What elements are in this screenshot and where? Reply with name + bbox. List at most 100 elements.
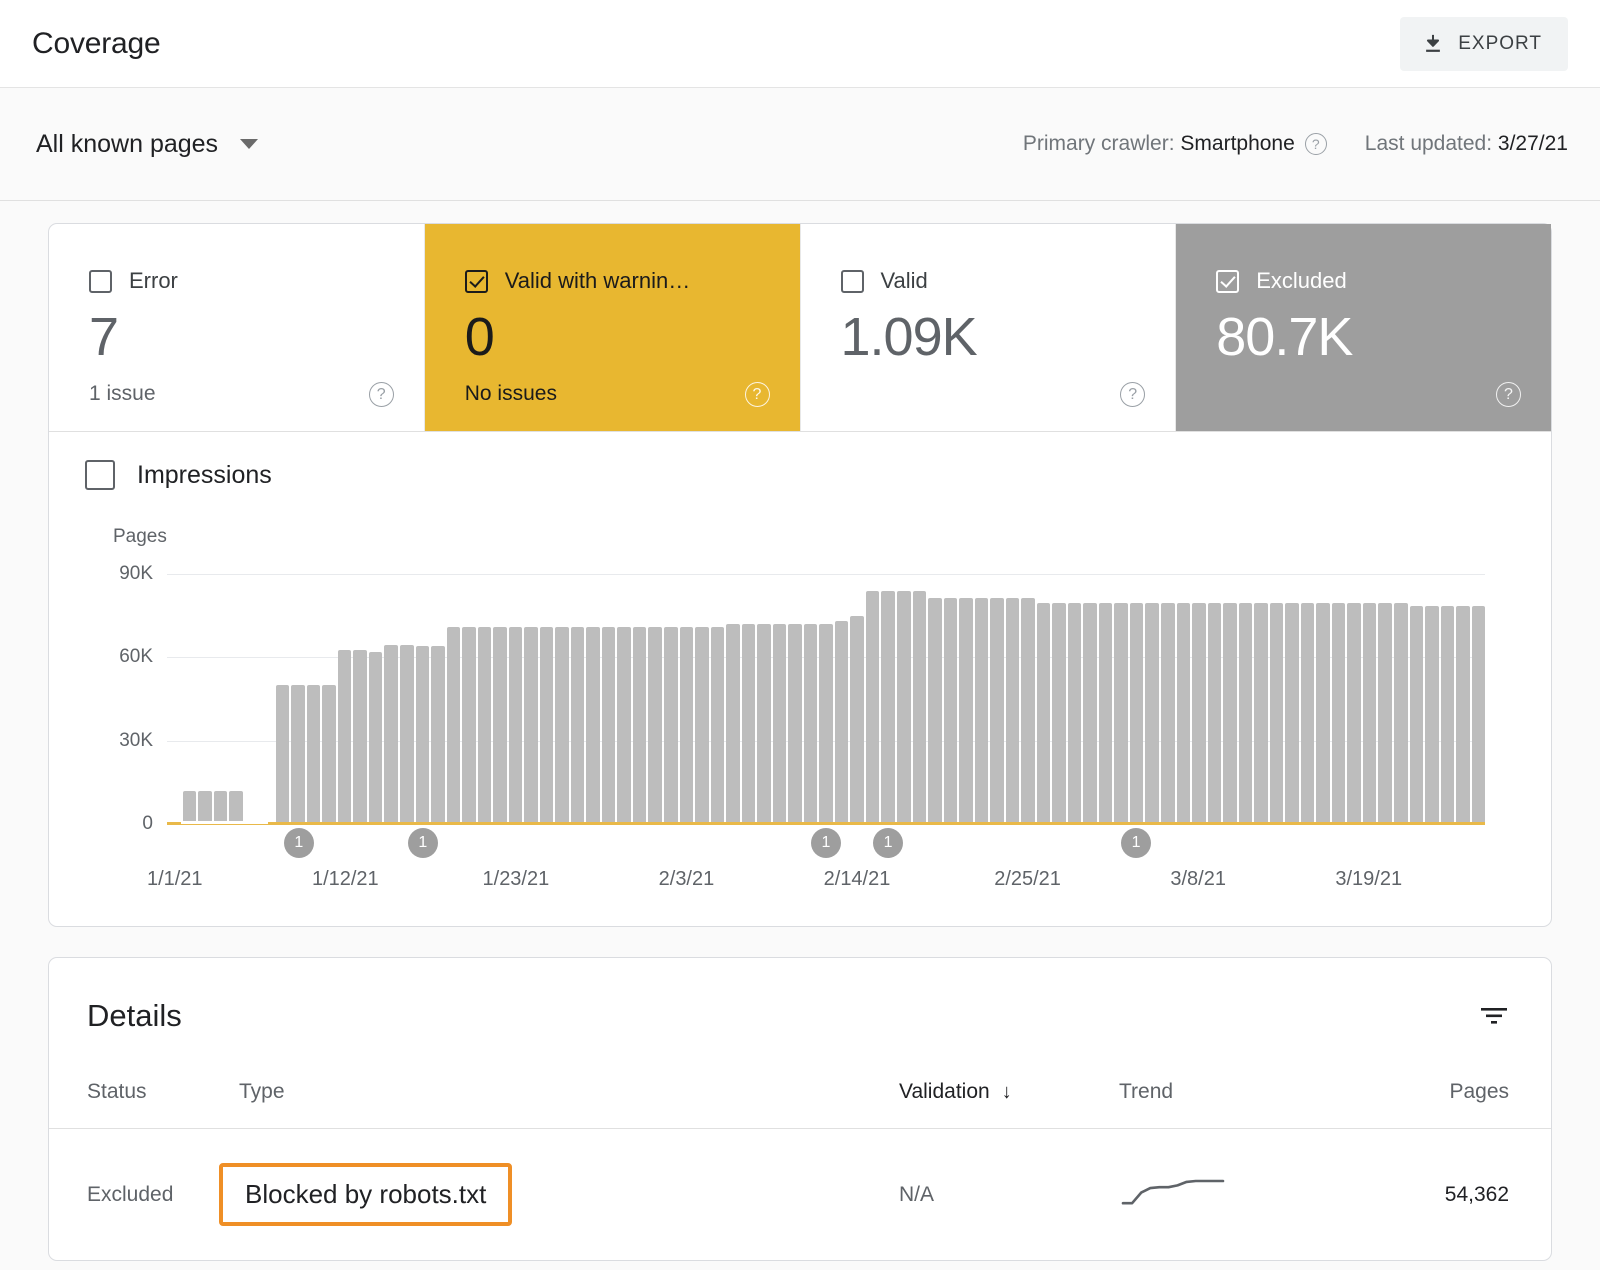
column-header-trend[interactable]: Trend xyxy=(1119,1080,1369,1129)
chart-annotation-marker[interactable]: 1 xyxy=(873,828,903,858)
chart-bar[interactable] xyxy=(928,598,942,824)
chart-bar[interactable] xyxy=(742,624,756,824)
chart-bar[interactable] xyxy=(1363,603,1377,824)
chart-bar[interactable] xyxy=(229,791,243,824)
chart-bar[interactable] xyxy=(1441,606,1455,824)
chart-bar[interactable] xyxy=(1378,603,1392,824)
summary-tile-excluded[interactable]: Excluded 80.7K ? xyxy=(1176,224,1551,431)
chart-bar[interactable] xyxy=(338,650,352,824)
chart-bar[interactable] xyxy=(1037,603,1051,824)
chart-annotation-marker[interactable]: 1 xyxy=(284,828,314,858)
chart-annotation-marker[interactable]: 1 xyxy=(811,828,841,858)
chart-bar[interactable] xyxy=(850,616,864,824)
filter-icon[interactable] xyxy=(1479,1005,1509,1027)
chart-bar[interactable] xyxy=(804,624,818,824)
checkbox-error[interactable] xyxy=(89,270,112,293)
known-pages-dropdown[interactable]: All known pages xyxy=(32,124,262,165)
help-icon[interactable]: ? xyxy=(369,382,394,407)
chart-bar[interactable] xyxy=(493,627,507,824)
chart-bar[interactable] xyxy=(1114,603,1128,824)
chart-bar[interactable] xyxy=(1472,606,1486,824)
chart-bar[interactable] xyxy=(555,627,569,824)
chart-bar[interactable] xyxy=(1006,598,1020,824)
chart-bar[interactable] xyxy=(1145,603,1159,824)
column-header-pages[interactable]: Pages xyxy=(1369,1080,1551,1129)
help-icon[interactable]: ? xyxy=(1305,133,1327,155)
chart-annotation-marker[interactable]: 1 xyxy=(1121,828,1151,858)
chart-bar[interactable] xyxy=(680,627,694,824)
help-icon[interactable]: ? xyxy=(1496,382,1521,407)
chart-bar[interactable] xyxy=(664,627,678,824)
column-header-validation[interactable]: Validation↓ xyxy=(899,1080,1119,1129)
chart-bar[interactable] xyxy=(1068,603,1082,824)
chart-bar[interactable] xyxy=(1239,603,1253,824)
chart-bar[interactable] xyxy=(617,627,631,824)
chart-bar[interactable] xyxy=(1254,603,1268,824)
chart-bar[interactable] xyxy=(1021,598,1035,824)
column-header-type[interactable]: Type xyxy=(239,1080,899,1129)
chart-bar[interactable] xyxy=(897,591,911,824)
chart-bar[interactable] xyxy=(819,624,833,824)
help-icon[interactable]: ? xyxy=(745,382,770,407)
chart-bar[interactable] xyxy=(633,627,647,824)
chart-bar[interactable] xyxy=(990,598,1004,824)
chart-bar[interactable] xyxy=(959,598,973,824)
chart-bar[interactable] xyxy=(540,627,554,824)
chart-bar[interactable] xyxy=(1316,603,1330,824)
chart-bar[interactable] xyxy=(586,627,600,824)
chart-bar[interactable] xyxy=(757,624,771,824)
chart-bar[interactable] xyxy=(291,685,305,824)
chart-bar[interactable] xyxy=(881,591,895,824)
summary-tile-valid-with-warnings[interactable]: Valid with warnin… 0 No issues ? xyxy=(425,224,801,431)
chart-annotation-marker[interactable]: 1 xyxy=(408,828,438,858)
checkbox-excluded[interactable] xyxy=(1216,270,1239,293)
chart-bar[interactable] xyxy=(478,627,492,824)
cell-type[interactable]: Blocked by robots.txt xyxy=(239,1129,899,1261)
chart-bar[interactable] xyxy=(1347,603,1361,824)
chart-bar[interactable] xyxy=(384,645,398,824)
chart-bar[interactable] xyxy=(695,627,709,824)
chart-bar[interactable] xyxy=(711,627,725,824)
chart-bar[interactable] xyxy=(1456,606,1470,824)
chart-bar[interactable] xyxy=(726,624,740,824)
column-header-status[interactable]: Status xyxy=(49,1080,239,1129)
chart-bar[interactable] xyxy=(1332,603,1346,824)
chart-bar[interactable] xyxy=(1052,603,1066,824)
chart-bar[interactable] xyxy=(602,627,616,824)
chart-bar[interactable] xyxy=(462,627,476,824)
chart-bar[interactable] xyxy=(1083,603,1097,824)
chart-bar[interactable] xyxy=(773,624,787,824)
chart-bar[interactable] xyxy=(353,650,367,824)
chart-bar[interactable] xyxy=(913,591,927,824)
chart-bar[interactable] xyxy=(1285,603,1299,824)
chart-bar[interactable] xyxy=(1410,606,1424,824)
chart-bar[interactable] xyxy=(835,621,849,824)
chart-bar[interactable] xyxy=(1208,603,1222,824)
chart-bar[interactable] xyxy=(369,652,383,824)
chart-bar[interactable] xyxy=(1099,603,1113,824)
checkbox-valid[interactable] xyxy=(841,270,864,293)
summary-tile-error[interactable]: Error 7 1 issue ? xyxy=(49,224,425,431)
checkbox-valid-with-warnings[interactable] xyxy=(465,270,488,293)
chart-bar[interactable] xyxy=(571,627,585,824)
chart-bar[interactable] xyxy=(307,685,321,824)
chart-bar[interactable] xyxy=(183,791,197,824)
chart-bar[interactable] xyxy=(1270,603,1284,824)
chart-bar[interactable] xyxy=(975,598,989,824)
chart-bar[interactable] xyxy=(788,624,802,824)
chart-bar[interactable] xyxy=(1223,603,1237,824)
chart-bar[interactable] xyxy=(1425,606,1439,824)
chart-bar[interactable] xyxy=(214,791,228,824)
chart-bar[interactable] xyxy=(322,685,336,824)
chart-bar[interactable] xyxy=(1130,603,1144,824)
table-row[interactable]: Excluded Blocked by robots.txt N/A 54,36… xyxy=(49,1129,1551,1261)
impressions-toggle[interactable]: Impressions xyxy=(85,460,1515,490)
chart-bar[interactable] xyxy=(1301,603,1315,824)
chart-bar[interactable] xyxy=(1161,603,1175,824)
chart-bar[interactable] xyxy=(1192,603,1206,824)
checkbox-impressions[interactable] xyxy=(85,460,115,490)
chart-bar[interactable] xyxy=(276,685,290,824)
chart-bar[interactable] xyxy=(524,627,538,824)
chart-bar[interactable] xyxy=(944,598,958,824)
chart-bar[interactable] xyxy=(1177,603,1191,824)
